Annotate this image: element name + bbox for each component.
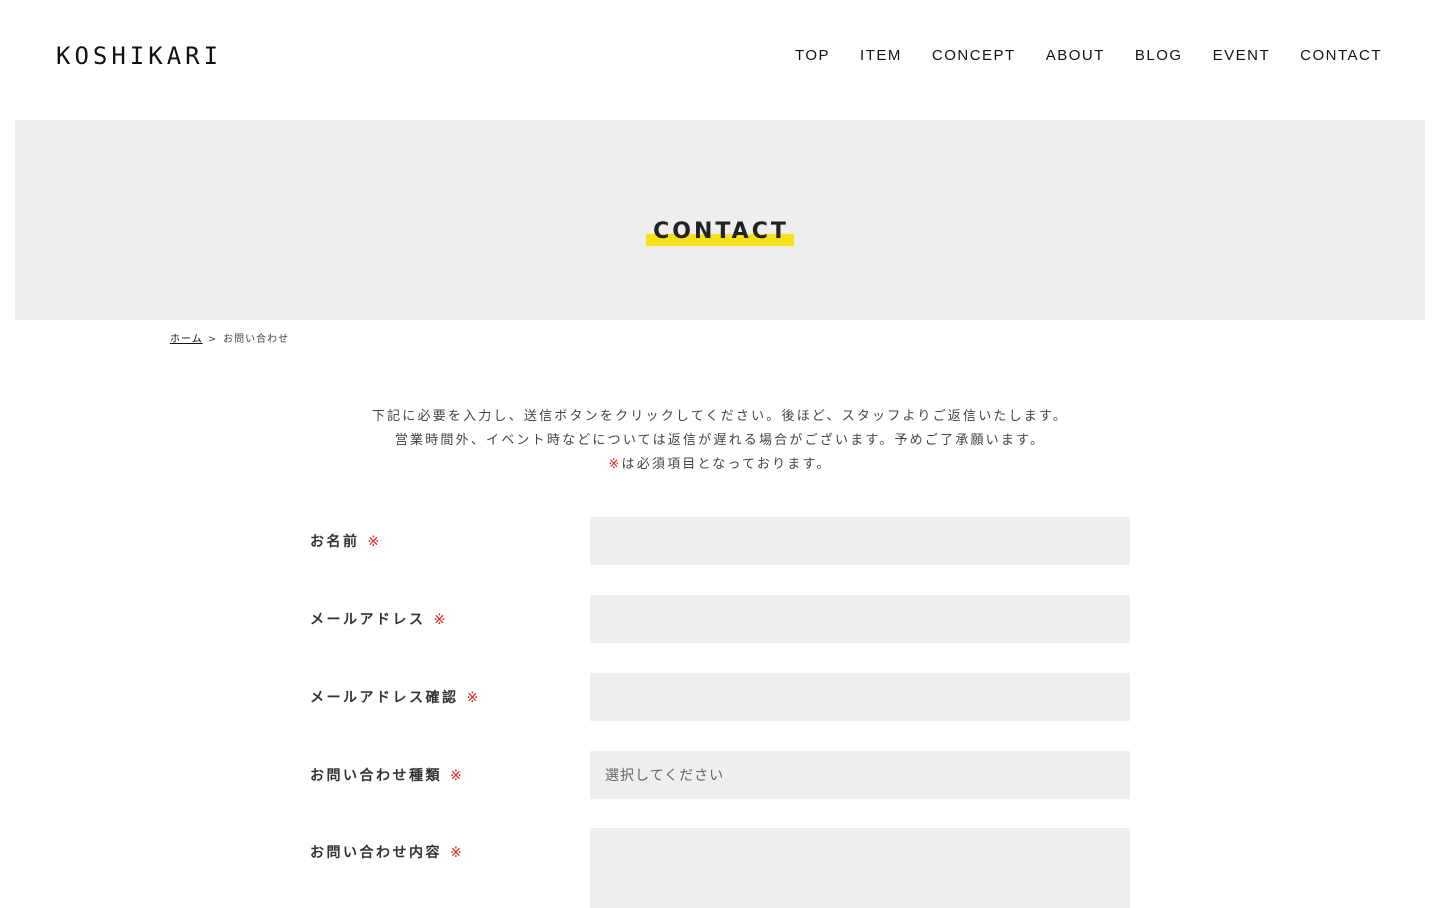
required-mark: ※: [608, 457, 622, 472]
site-logo[interactable]: KOSHIKARI: [56, 41, 222, 71]
nav-blog[interactable]: BLOG: [1135, 46, 1183, 66]
nav-top[interactable]: TOP: [795, 46, 830, 66]
breadcrumb-separator: >: [207, 334, 218, 345]
nav-contact[interactable]: CONTACT: [1300, 46, 1382, 66]
nav-about[interactable]: ABOUT: [1046, 46, 1105, 66]
inquiry-type-label-text: お問い合わせ種類: [310, 768, 442, 784]
email-confirm-label-text: メールアドレス確認: [310, 690, 459, 706]
name-input[interactable]: [590, 517, 1130, 565]
email-input[interactable]: [590, 595, 1130, 643]
page-title-text: CONTACT: [646, 218, 794, 246]
inquiry-type-selected-value: 選択してください: [605, 768, 725, 784]
nav-concept[interactable]: CONCEPT: [932, 46, 1016, 66]
required-mark: ※: [450, 768, 465, 784]
main-nav: TOP ITEM CONCEPT ABOUT BLOG EVENT CONTAC…: [795, 46, 1382, 66]
inquiry-content-label: お問い合わせ内容 ※: [310, 843, 464, 863]
email-label-text: メールアドレス: [310, 612, 426, 628]
inquiry-type-label: お問い合わせ種類 ※: [310, 766, 464, 786]
breadcrumb: ホーム > お問い合わせ: [170, 333, 289, 347]
required-mark: ※: [433, 612, 448, 628]
email-label: メールアドレス ※: [310, 610, 448, 630]
inquiry-content-label-text: お問い合わせ内容: [310, 845, 442, 861]
nav-event[interactable]: EVENT: [1213, 46, 1271, 66]
inquiry-content-textarea[interactable]: [590, 828, 1130, 908]
intro-text: 下記に必要を入力し、送信ボタンをクリックしてください。後ほど、スタッフよりご返信…: [0, 405, 1440, 477]
site-header: KOSHIKARI TOP ITEM CONCEPT ABOUT BLOG EV…: [0, 0, 1440, 120]
intro-line-3-text: は必須項目となっております。: [621, 457, 832, 472]
page-hero: CONTACT: [15, 120, 1425, 320]
breadcrumb-home-link[interactable]: ホーム: [170, 334, 203, 345]
required-mark: ※: [466, 690, 481, 706]
name-label: お名前 ※: [310, 532, 382, 552]
required-mark: ※: [450, 845, 465, 861]
email-confirm-input[interactable]: [590, 673, 1130, 721]
inquiry-type-select[interactable]: 選択してください: [590, 751, 1130, 799]
intro-line-2: 営業時間外、イベント時などについては返信が遅れる場合がございます。予めご了承願い…: [394, 433, 1046, 448]
required-mark: ※: [367, 534, 382, 550]
breadcrumb-current: お問い合わせ: [223, 334, 290, 345]
email-confirm-label: メールアドレス確認 ※: [310, 688, 481, 708]
nav-item[interactable]: ITEM: [860, 46, 902, 66]
page-title: CONTACT: [15, 218, 1425, 246]
intro-line-3: ※は必須項目となっております。: [0, 453, 1440, 477]
intro-line-1: 下記に必要を入力し、送信ボタンをクリックしてください。後ほど、スタッフよりご返信…: [371, 409, 1069, 424]
name-label-text: お名前: [310, 534, 360, 550]
